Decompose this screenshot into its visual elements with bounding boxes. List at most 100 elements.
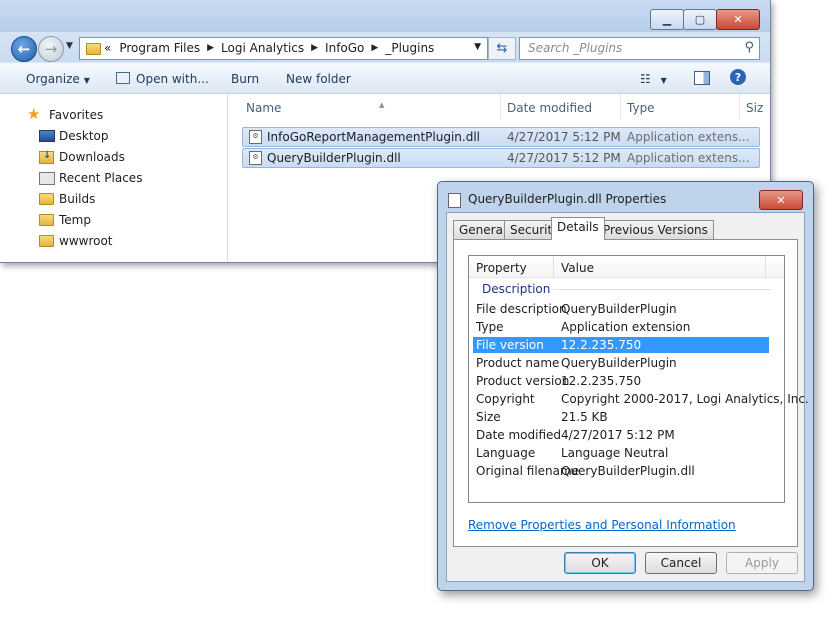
nav-item-recent-places[interactable]: Recent Places xyxy=(39,171,142,185)
property-value: Language Neutral xyxy=(561,446,669,460)
tab-previous-versions[interactable]: Previous Versions xyxy=(597,220,714,239)
minimize-button[interactable]: ▁ xyxy=(650,9,684,30)
file-row[interactable]: ⚙ InfoGoReportManagementPlugin.dll 4/27/… xyxy=(242,127,760,147)
chevron-down-icon[interactable]: ▼ xyxy=(474,42,481,52)
property-name: Date modified xyxy=(476,428,562,442)
explorer-title-bar[interactable]: ▁ ▢ ✕ xyxy=(0,0,770,32)
burn-button[interactable]: Burn xyxy=(231,72,259,86)
property-value: 21.5 KB xyxy=(561,410,608,424)
close-icon: ✕ xyxy=(776,193,786,207)
ok-button[interactable]: OK xyxy=(564,552,636,574)
property-value: Copyright 2000-2017, Logi Analytics, Inc… xyxy=(561,392,809,406)
property-name: Type xyxy=(476,320,504,334)
preview-pane-icon[interactable] xyxy=(694,71,710,85)
properties-list[interactable]: Property Value Description File descript… xyxy=(468,255,809,503)
organize-button[interactable]: Organize ▼ xyxy=(26,72,90,86)
nav-item-wwwroot[interactable]: wwwroot xyxy=(39,234,113,248)
details-tab-page: Property Value Description File descript… xyxy=(453,239,809,547)
remove-properties-link[interactable]: Remove Properties and Personal Informati… xyxy=(468,518,736,532)
address-bar[interactable]: « Program Files ▶ Logi Analytics ▶ InfoG… xyxy=(79,37,488,60)
property-row[interactable]: File description QueryBuilderPlugin xyxy=(473,301,769,317)
property-value: 12.2.235.750 xyxy=(561,374,642,388)
breadcrumb-overflow[interactable]: « xyxy=(104,41,111,55)
chevron-right-icon[interactable]: ▶ xyxy=(207,43,214,53)
property-row[interactable]: Size 21.5 KB xyxy=(473,409,769,425)
property-name: File version xyxy=(476,338,544,352)
property-name: File description xyxy=(476,302,567,316)
star-icon: ★ xyxy=(27,105,41,123)
property-row[interactable]: Copyright Copyright 2000-2017, Logi Analy… xyxy=(473,391,809,407)
property-row[interactable]: Date modified 4/27/2017 5:12 PM xyxy=(473,427,769,443)
maximize-button[interactable]: ▢ xyxy=(683,9,717,30)
cancel-button[interactable]: Cancel xyxy=(645,552,717,574)
group-header: Description xyxy=(482,282,551,296)
refresh-button[interactable]: ⇆ xyxy=(488,37,516,60)
dialog-close-button[interactable]: ✕ xyxy=(759,190,803,210)
property-value: Application extension xyxy=(561,320,691,334)
column-header-date[interactable]: Date modified xyxy=(500,94,621,120)
search-icon[interactable]: ⚲ xyxy=(744,40,754,55)
property-row[interactable]: Type Application extension xyxy=(473,319,769,335)
chevron-down-icon: ▼ xyxy=(660,76,667,85)
forward-button[interactable]: → xyxy=(38,36,64,62)
nav-item-downloads[interactable]: Downloads xyxy=(39,150,125,164)
tab-details[interactable]: Details xyxy=(551,217,605,240)
nav-item-builds[interactable]: Builds xyxy=(39,192,96,206)
open-with-button[interactable]: Open with... xyxy=(116,72,209,86)
properties-dialog: QueryBuilderPlugin.dll Properties ✕ Gene… xyxy=(437,181,814,591)
property-row-selected[interactable]: File version 12.2.235.750 xyxy=(473,337,769,353)
nav-item-label: wwwroot xyxy=(59,234,113,248)
breadcrumb-item[interactable]: Logi Analytics xyxy=(221,41,304,55)
group-divider xyxy=(553,289,771,290)
property-row[interactable]: Product name QueryBuilderPlugin xyxy=(473,355,769,371)
caption-buttons: ▁ ▢ ✕ xyxy=(650,9,760,30)
chevron-right-icon[interactable]: ▶ xyxy=(371,43,378,53)
property-value: 4/27/2017 5:12 PM xyxy=(561,428,675,442)
help-icon[interactable]: ? xyxy=(730,69,746,85)
search-placeholder: Search _Plugins xyxy=(528,41,623,55)
file-name: InfoGoReportManagementPlugin.dll xyxy=(267,130,481,144)
property-row[interactable]: Original filename QueryBuilderPlugin.dll xyxy=(473,463,769,479)
desktop-icon xyxy=(39,130,55,142)
breadcrumb-item[interactable]: _Plugins xyxy=(385,41,434,55)
property-name: Product version xyxy=(476,374,570,388)
property-value: QueryBuilderPlugin.dll xyxy=(561,464,695,478)
breadcrumb-item[interactable]: Program Files xyxy=(119,41,200,55)
property-row[interactable]: Language Language Neutral xyxy=(473,445,769,461)
file-row[interactable]: ⚙ QueryBuilderPlugin.dll 4/27/2017 5:12 … xyxy=(242,148,760,168)
property-name: Copyright xyxy=(476,392,535,406)
property-row[interactable]: Product version 12.2.235.750 xyxy=(473,373,769,389)
refresh-icon: ⇆ xyxy=(496,41,508,56)
command-bar: Organize ▼ Open with... Burn New folder ☷… xyxy=(0,63,770,94)
file-type: Application extens... xyxy=(627,130,750,144)
change-view-button[interactable]: ☷ ▼ xyxy=(640,72,667,86)
dll-file-icon xyxy=(448,193,461,208)
property-name: Language xyxy=(476,446,536,460)
address-row: ← → ▼ « Program Files ▶ Logi Analytics ▶… xyxy=(0,32,770,62)
apply-button[interactable]: Apply xyxy=(726,552,798,574)
folder-icon xyxy=(39,193,54,205)
column-header-property[interactable]: Property xyxy=(469,256,554,278)
breadcrumb-item[interactable]: InfoGo xyxy=(325,41,364,55)
favorites-header[interactable]: Favorites xyxy=(49,108,103,122)
back-arrow-icon: ← xyxy=(17,40,31,58)
column-header-name[interactable]: ▲ Name xyxy=(239,94,501,120)
close-button[interactable]: ✕ xyxy=(716,9,760,30)
nav-item-desktop[interactable]: Desktop xyxy=(39,129,109,143)
column-header-type[interactable]: Type xyxy=(620,94,740,120)
new-folder-button[interactable]: New folder xyxy=(286,72,351,86)
search-input[interactable]: Search _Plugins ⚲ xyxy=(519,37,760,60)
nav-item-label: Desktop xyxy=(59,129,109,143)
folder-icon xyxy=(86,43,101,55)
back-button[interactable]: ← xyxy=(11,36,37,62)
organize-label: Organize xyxy=(26,72,80,86)
nav-item-label: Builds xyxy=(59,192,96,206)
chevron-right-icon[interactable]: ▶ xyxy=(311,43,318,53)
column-header-size[interactable]: Siz xyxy=(739,94,770,120)
recent-pages-dropdown[interactable]: ▼ xyxy=(66,41,73,51)
column-header-value[interactable]: Value xyxy=(554,256,766,278)
sort-ascending-icon: ▲ xyxy=(379,101,385,109)
dll-file-icon: ⚙ xyxy=(249,151,262,165)
column-label: Name xyxy=(246,101,282,115)
nav-item-temp[interactable]: Temp xyxy=(39,213,91,227)
